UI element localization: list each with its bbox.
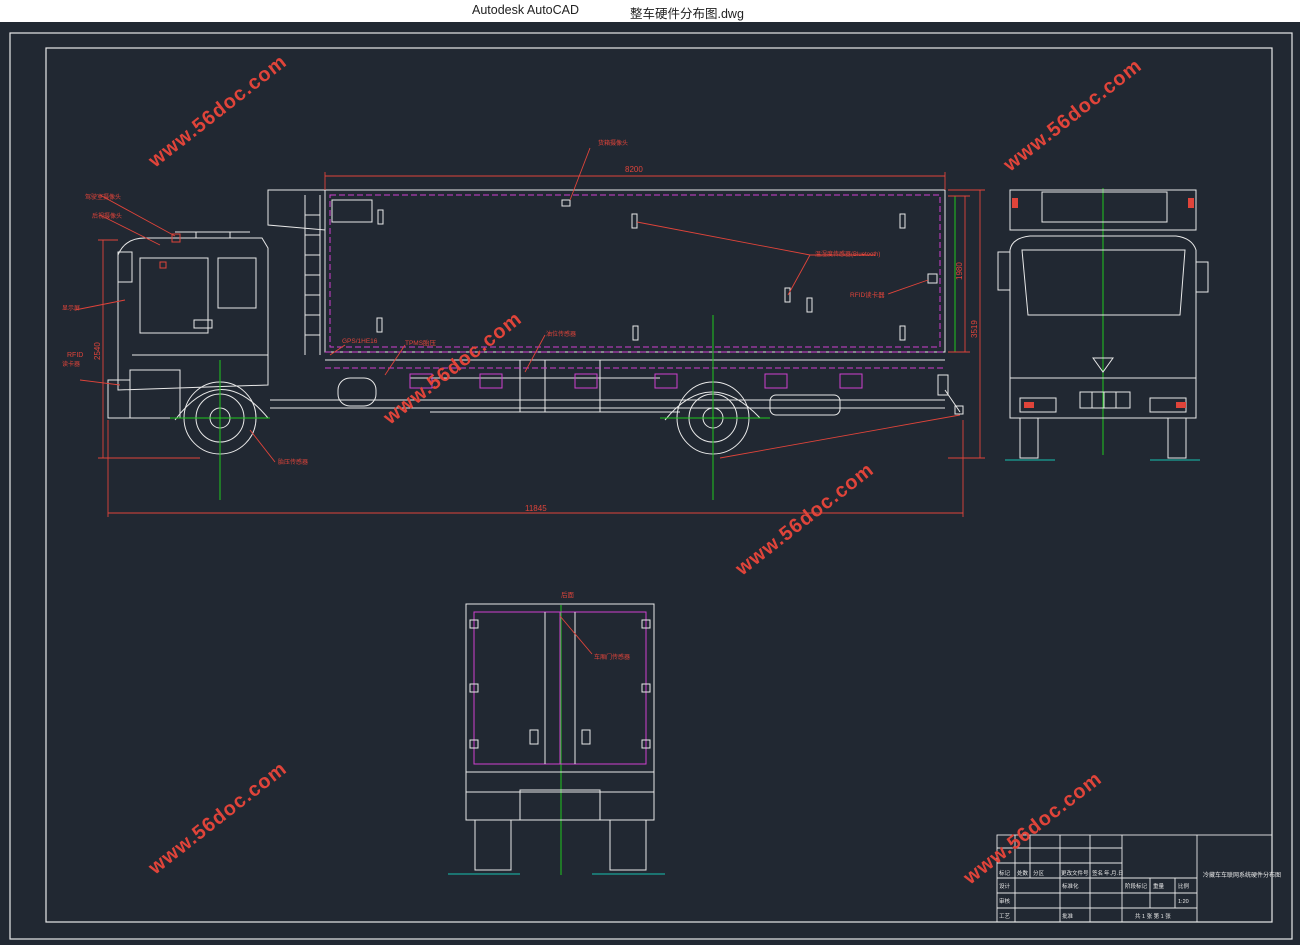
label-roof-cam: 货箱摄像头 bbox=[598, 139, 628, 147]
tb-sheet-info: 共 1 张 第 1 张 bbox=[1135, 912, 1171, 920]
tb-scale-label: 比例 bbox=[1178, 882, 1190, 890]
watermark-4: www.56doc.com bbox=[731, 459, 878, 581]
document-title: 整车硬件分布图.dwg bbox=[630, 7, 744, 21]
dim-total-length: 11845 bbox=[525, 504, 547, 513]
label-side-sensor: 油位传感器 bbox=[546, 330, 576, 338]
tb-scale: 1:20 bbox=[1178, 899, 1189, 905]
tb-header-2: 分区 bbox=[1033, 869, 1045, 877]
drawing-canvas[interactable]: 8200 11845 1980 3519 2540 货箱摄像头 温湿度传感器(B… bbox=[0, 22, 1300, 945]
dimension-lines bbox=[74, 147, 985, 517]
label-tpms: TPMS胎压 bbox=[405, 338, 437, 347]
dim-cab-height: 2540 bbox=[93, 342, 102, 360]
dim-total-height: 3519 bbox=[970, 320, 979, 338]
tb-header-1: 处数 bbox=[1017, 869, 1029, 877]
tb-row-design: 设计 bbox=[999, 882, 1011, 890]
truck-rear-view bbox=[465, 603, 655, 871]
cargo-box-inner bbox=[329, 194, 941, 348]
label-rfid-cab: RFID bbox=[67, 352, 83, 359]
tb-header-3: 更改文件号 bbox=[1061, 869, 1089, 877]
tb-drawing-name: 冷藏车车联网系统硬件分布图 bbox=[1203, 871, 1281, 879]
label-door-sensor: 车厢门传感器 bbox=[594, 653, 630, 661]
window-titlebar: Autodesk AutoCAD 整车硬件分布图.dwg bbox=[0, 0, 1300, 23]
cad-drawing[interactable]: 8200 11845 1980 3519 2540 货箱摄像头 温湿度传感器(B… bbox=[0, 22, 1300, 945]
tb-approve-label: 批准 bbox=[1062, 912, 1074, 920]
tb-header-4: 签名 bbox=[1092, 869, 1103, 877]
tb-row-process: 工艺 bbox=[999, 913, 1011, 920]
sheet-outer-border bbox=[9, 32, 1293, 940]
watermark-3: www.56doc.com bbox=[379, 308, 526, 430]
label-door-view: 后面 bbox=[561, 590, 575, 599]
watermark-1: www.56doc.com bbox=[144, 51, 291, 173]
label-gps: GPS/1HE16 bbox=[342, 338, 378, 345]
truck-side-view bbox=[107, 189, 964, 455]
tb-header-5: 年.月.日 bbox=[1104, 869, 1124, 877]
label-reader: 读卡器 bbox=[62, 360, 80, 368]
watermark-5: www.56doc.com bbox=[144, 758, 291, 880]
label-temp-sensor: 温湿度传感器(Bluetooth) bbox=[815, 250, 880, 258]
tb-stage-label: 阶段标记 bbox=[1125, 882, 1148, 890]
tb-std-label: 标准化 bbox=[1062, 882, 1079, 890]
dim-box-height: 1980 bbox=[955, 262, 964, 280]
tb-row-review: 审核 bbox=[999, 897, 1011, 905]
label-cab-cam1: 驾驶室摄像头 bbox=[85, 193, 121, 201]
label-screen: 显示屏 bbox=[62, 305, 80, 312]
label-rfid-box: RFID读卡器 bbox=[850, 290, 885, 299]
dim-box-length: 8200 bbox=[625, 165, 643, 174]
sensor-markers bbox=[376, 199, 938, 341]
label-cab-cam2: 后视摄像头 bbox=[92, 212, 122, 220]
tb-weight-label: 重量 bbox=[1153, 882, 1165, 890]
title-block-text: 标记 处数 分区 更改文件号 签名 年.月.日 设计 审核 工艺 标准化 批准 … bbox=[999, 869, 1281, 920]
tb-header-0: 标记 bbox=[999, 869, 1011, 877]
app-title: Autodesk AutoCAD bbox=[472, 3, 580, 17]
watermark-2: www.56doc.com bbox=[999, 55, 1146, 177]
label-tyre: 胎压传感器 bbox=[278, 458, 308, 466]
